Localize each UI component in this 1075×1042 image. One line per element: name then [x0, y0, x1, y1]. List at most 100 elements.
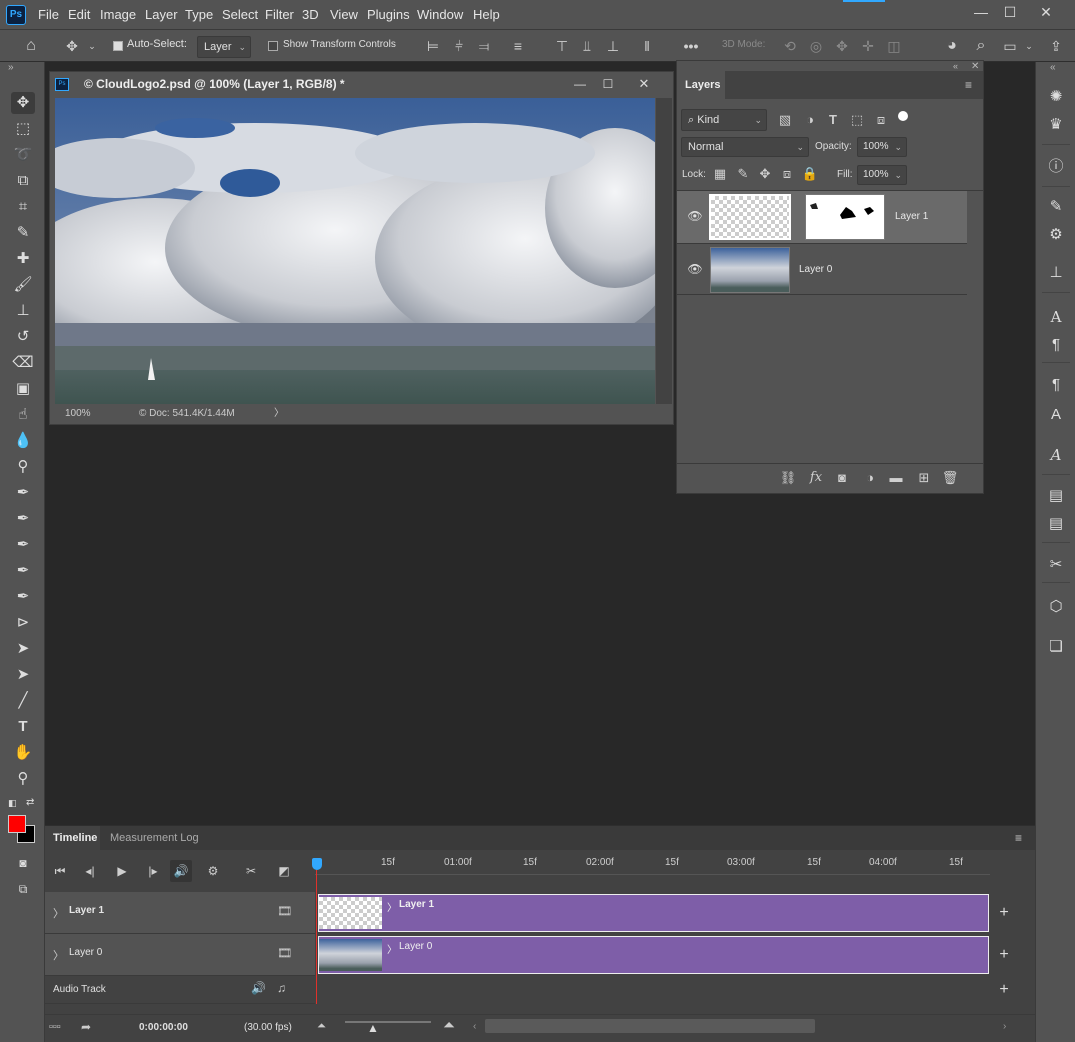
opacity-input[interactable]: 100% ⌄ — [857, 137, 907, 157]
document-vertical-scrollbar[interactable] — [656, 98, 672, 404]
paragraph-styles-icon[interactable]: ¶ — [1045, 374, 1067, 396]
layer-thumbnail[interactable] — [709, 194, 791, 240]
learn-panel-icon[interactable]: ❏ — [1045, 636, 1067, 658]
filter-smart-object-icon[interactable]: ⧈ — [872, 111, 890, 129]
color-panel-icon[interactable]: ✺ — [1045, 86, 1067, 108]
tab-measurement-log[interactable]: Measurement Log — [102, 826, 202, 850]
swatches-panel-icon[interactable]: ♛ — [1045, 114, 1067, 136]
playhead-handle-icon[interactable] — [312, 858, 322, 870]
menu-filter[interactable]: Filter — [265, 0, 294, 30]
screen-mode-icon[interactable]: ⧉ — [11, 878, 35, 900]
direct-selection-tool-icon[interactable]: ⊳ — [11, 612, 35, 634]
smudge-tool-icon[interactable]: ☝ — [11, 404, 35, 426]
fx-icon[interactable]: fx — [807, 469, 825, 487]
zoom-slider-handle-icon[interactable]: ▲ — [367, 1021, 379, 1035]
play-icon[interactable]: ▶ — [111, 860, 133, 882]
swap-colors-icon[interactable]: ⇄ — [26, 797, 34, 808]
glyphs-panel-icon[interactable]: A — [1045, 444, 1067, 466]
scroll-right-icon[interactable]: › — [1003, 1021, 1006, 1032]
previous-frame-icon[interactable]: ◂| — [79, 860, 101, 882]
collapse-toolbar-icon[interactable]: » — [8, 62, 14, 73]
tab-layers[interactable]: Layers — [677, 71, 725, 99]
canvas-image[interactable] — [55, 98, 655, 404]
audio-mute-icon[interactable]: 🔊 — [251, 981, 266, 995]
expand-track-icon[interactable]: 〉 — [53, 905, 64, 921]
app-minimize-button[interactable]: — — [967, 2, 995, 22]
music-note-icon[interactable]: ♫ — [277, 981, 286, 995]
doc-maximize-button[interactable]: ☐ — [594, 74, 622, 94]
move-tool-icon[interactable]: ✥ — [11, 92, 35, 114]
notes-panel-icon[interactable]: ▤ — [1045, 485, 1067, 507]
mask-icon[interactable]: ◙ — [833, 469, 851, 487]
content-aware-tool-icon[interactable]: ✒ — [11, 586, 35, 608]
zoom-tool-icon[interactable]: ⚲ — [11, 768, 35, 790]
show-transform-checkbox[interactable] — [268, 41, 278, 51]
folder-icon[interactable]: ▬ — [887, 469, 905, 487]
align-bottom-icon[interactable]: ⊥ — [604, 36, 622, 56]
app-maximize-button[interactable]: ☐ — [996, 2, 1024, 22]
align-center-icon[interactable]: ⫩ — [450, 36, 468, 56]
gradient-tool-icon[interactable]: ▣ — [11, 378, 35, 400]
type-tool-icon[interactable]: T — [11, 716, 35, 738]
default-colors-icon[interactable]: ◧ — [8, 798, 17, 809]
clone-source-icon[interactable]: ⊥ — [1045, 262, 1067, 284]
crop-tool-icon[interactable]: ⌗ — [11, 196, 35, 218]
freeform-pen-tool-icon[interactable]: ✒ — [11, 508, 35, 530]
layer-row-layer-1[interactable]: 👁 Layer 1 — [677, 191, 967, 243]
align-right-icon[interactable]: ⫤ — [475, 36, 493, 56]
menu-plugins[interactable]: Plugins — [367, 0, 410, 30]
doc-minimize-button[interactable]: — — [566, 74, 594, 94]
blur-tool-icon[interactable]: 💧 — [11, 430, 35, 452]
pen-tool-icon[interactable]: ✒ — [11, 482, 35, 504]
eyedropper-tool-icon[interactable]: ✎ — [11, 222, 35, 244]
hand-tool-icon[interactable]: ✋ — [11, 742, 35, 764]
auto-select-target-dropdown[interactable]: Layer ⌄ — [197, 36, 251, 58]
fill-input[interactable]: 100% ⌄ — [857, 165, 907, 185]
expand-track-icon[interactable]: 〉 — [53, 947, 64, 963]
lock-transparent-icon[interactable]: ▦ — [711, 165, 729, 183]
zoom-in-icon[interactable]: ⏶ — [443, 1017, 455, 1034]
layer-thumbnail[interactable] — [710, 247, 790, 293]
actions-panel-icon[interactable]: ▤ — [1045, 513, 1067, 535]
align-left-icon[interactable]: ⊨ — [424, 36, 442, 56]
lock-all-icon[interactable]: 🔒 — [801, 165, 819, 183]
timeline-horizontal-scrollbar[interactable] — [485, 1019, 815, 1033]
trash-icon[interactable]: 🗑 — [941, 469, 959, 487]
add-anchor-tool-icon[interactable]: ✒ — [11, 560, 35, 582]
line-tool-icon[interactable]: ╱ — [11, 690, 35, 712]
transition-icon[interactable]: ◩ — [273, 860, 295, 882]
character-styles-icon[interactable]: A — [1045, 404, 1067, 426]
quick-mask-icon[interactable]: ◙ — [11, 852, 35, 874]
link-icon[interactable]: ⛓ — [779, 469, 797, 487]
film-icon[interactable]: 🎞 — [277, 946, 292, 960]
collapse-panel-icon[interactable]: « — [953, 61, 958, 71]
3d-panel-icon[interactable]: ⬡ — [1045, 596, 1067, 618]
clone-stamp-tool-icon[interactable]: ⊥ — [11, 300, 35, 322]
brush-settings-icon[interactable]: ⚙ — [1045, 224, 1067, 246]
new-layer-icon[interactable]: ⊞ — [915, 469, 933, 487]
eye-icon[interactable]: 👁 — [687, 209, 703, 225]
menu-file[interactable]: File — [38, 0, 59, 30]
menu-window[interactable]: Window — [417, 0, 463, 30]
app-close-button[interactable]: ✕ — [1032, 2, 1060, 22]
menu-3d[interactable]: 3D — [302, 0, 319, 30]
scroll-left-icon[interactable]: ‹ — [473, 1021, 476, 1032]
layer-mask-thumbnail[interactable] — [805, 194, 885, 240]
layer-name[interactable]: Layer 1 — [895, 191, 928, 243]
menu-select[interactable]: Select — [222, 0, 258, 30]
timeline-menu-icon[interactable]: ≡ — [1015, 831, 1022, 845]
filter-type-icon[interactable]: T — [824, 111, 842, 129]
add-media-icon[interactable]: + — [995, 904, 1013, 922]
marquee-tool-icon[interactable]: ⬚ — [11, 118, 35, 140]
align-middle-icon[interactable]: ⫫ — [578, 36, 596, 56]
arrow-tool-icon[interactable]: ➤ — [11, 664, 35, 686]
panel-menu-icon[interactable]: ≡ — [965, 78, 972, 92]
chevron-down-icon[interactable]: ⌄ — [1023, 36, 1035, 56]
adjustment-icon[interactable]: ◑ — [861, 469, 879, 487]
next-frame-icon[interactable]: |▸ — [142, 860, 164, 882]
brush-panel-icon[interactable]: ✎ — [1045, 196, 1067, 218]
lock-pixels-icon[interactable]: ✎ — [734, 165, 752, 183]
menu-help[interactable]: Help — [473, 0, 500, 30]
clip-layer-0[interactable]: 〉 Layer 0 — [318, 936, 989, 974]
menu-edit[interactable]: Edit — [68, 0, 90, 30]
